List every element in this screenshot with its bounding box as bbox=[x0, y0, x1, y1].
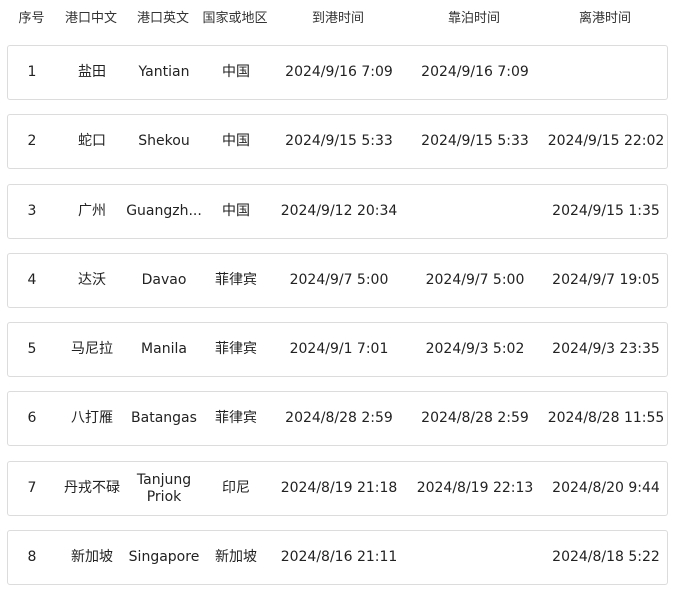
berthing-time: 2024/9/15 5:33 bbox=[421, 133, 529, 149]
header-index: 序号 bbox=[18, 10, 45, 26]
port-name-en: Tanjung Priok bbox=[136, 471, 192, 505]
berthing-time: 2024/9/7 5:00 bbox=[425, 272, 525, 288]
departure-time bbox=[543, 46, 669, 99]
arrival-time: 2024/9/16 7:09 bbox=[285, 64, 393, 80]
country: 新加坡 bbox=[215, 549, 257, 565]
table-header: 序号 港口中文 港口英文 国家或地区 到港时间 靠泊时间 离港时间 bbox=[0, 0, 673, 36]
port-name-en: Singapore bbox=[128, 549, 200, 565]
arrival-time: 2024/9/15 5:33 bbox=[285, 133, 393, 149]
country: 印尼 bbox=[222, 480, 250, 496]
country: 中国 bbox=[222, 133, 250, 149]
table-row[interactable]: 8 新加坡 Singapore 新加坡 2024/8/16 21:11 2024… bbox=[7, 530, 668, 585]
row-index: 8 bbox=[27, 549, 37, 565]
header-country: 国家或地区 bbox=[202, 10, 268, 26]
port-name-cn: 马尼拉 bbox=[71, 341, 113, 357]
departure-time: 2024/9/3 23:35 bbox=[552, 341, 660, 357]
port-name-cn: 蛇口 bbox=[78, 133, 106, 149]
header-port-cn: 港口中文 bbox=[64, 10, 117, 26]
header-berthing: 靠泊时间 bbox=[447, 10, 500, 26]
row-index: 7 bbox=[27, 480, 37, 496]
departure-time: 2024/9/15 22:02 bbox=[547, 133, 665, 149]
departure-time: 2024/9/7 19:05 bbox=[552, 272, 660, 288]
header-departure: 离港时间 bbox=[578, 10, 631, 26]
port-name-en: Batangas bbox=[131, 410, 197, 426]
port-name-cn: 广州 bbox=[78, 203, 106, 219]
port-name-cn: 达沃 bbox=[78, 272, 106, 288]
port-name-en: Shekou bbox=[138, 133, 190, 149]
row-index: 2 bbox=[27, 133, 37, 149]
arrival-time: 2024/8/19 21:18 bbox=[280, 480, 398, 496]
berthing-time bbox=[407, 531, 543, 584]
berthing-time: 2024/8/28 2:59 bbox=[421, 410, 529, 426]
berthing-time: 2024/9/3 5:02 bbox=[425, 341, 525, 357]
table-row[interactable]: 6 八打雁 Batangas 菲律宾 2024/8/28 2:59 2024/8… bbox=[7, 391, 668, 446]
row-index: 1 bbox=[27, 64, 37, 80]
port-name-en: Davao bbox=[141, 272, 187, 288]
table-row[interactable]: 1 盐田 Yantian 中国 2024/9/16 7:09 2024/9/16… bbox=[7, 45, 668, 100]
departure-time: 2024/9/15 1:35 bbox=[552, 203, 660, 219]
row-index: 3 bbox=[27, 203, 37, 219]
row-index: 5 bbox=[27, 341, 37, 357]
berthing-time: 2024/8/19 22:13 bbox=[416, 480, 534, 496]
port-name-en: Yantian bbox=[138, 64, 190, 80]
port-name-en: Guangzh... bbox=[126, 203, 202, 219]
arrival-time: 2024/8/16 21:11 bbox=[280, 549, 398, 565]
port-name-en: Manila bbox=[141, 341, 187, 357]
country: 菲律宾 bbox=[215, 341, 257, 357]
arrival-time: 2024/9/7 5:00 bbox=[289, 272, 389, 288]
table-row[interactable]: 7 丹戎不碌 Tanjung Priok 印尼 2024/8/19 21:18 … bbox=[7, 461, 668, 516]
table-row[interactable]: 4 达沃 Davao 菲律宾 2024/9/7 5:00 2024/9/7 5:… bbox=[7, 253, 668, 308]
row-index: 6 bbox=[27, 410, 37, 426]
departure-time: 2024/8/28 11:55 bbox=[547, 410, 665, 426]
table-row[interactable]: 5 马尼拉 Manila 菲律宾 2024/9/1 7:01 2024/9/3 … bbox=[7, 322, 668, 377]
port-name-cn: 盐田 bbox=[78, 64, 106, 80]
country: 中国 bbox=[222, 203, 250, 219]
arrival-time: 2024/8/28 2:59 bbox=[285, 410, 393, 426]
departure-time: 2024/8/20 9:44 bbox=[552, 480, 660, 496]
header-arrival: 到港时间 bbox=[311, 10, 364, 26]
country: 菲律宾 bbox=[215, 410, 257, 426]
table-row[interactable]: 3 广州 Guangzh... 中国 2024/9/12 20:34 2024/… bbox=[7, 184, 668, 239]
row-index: 4 bbox=[27, 272, 37, 288]
berthing-time: 2024/9/16 7:09 bbox=[421, 64, 529, 80]
arrival-time: 2024/9/1 7:01 bbox=[289, 341, 389, 357]
table-row[interactable]: 2 蛇口 Shekou 中国 2024/9/15 5:33 2024/9/15 … bbox=[7, 114, 668, 169]
port-name-cn: 丹戎不碌 bbox=[64, 480, 120, 496]
arrival-time: 2024/9/12 20:34 bbox=[280, 203, 398, 219]
header-port-en: 港口英文 bbox=[136, 10, 189, 26]
country: 中国 bbox=[222, 64, 250, 80]
departure-time: 2024/8/18 5:22 bbox=[552, 549, 660, 565]
country: 菲律宾 bbox=[215, 272, 257, 288]
port-name-cn: 新加坡 bbox=[71, 549, 113, 565]
berthing-time bbox=[407, 185, 543, 238]
port-name-cn: 八打雁 bbox=[71, 410, 113, 426]
